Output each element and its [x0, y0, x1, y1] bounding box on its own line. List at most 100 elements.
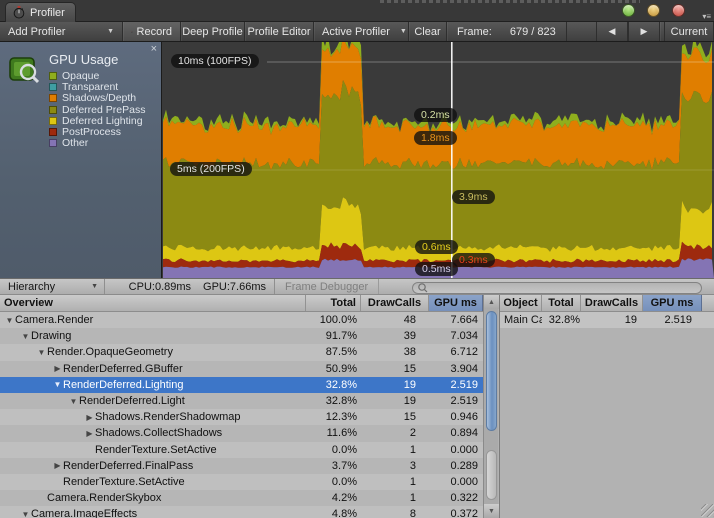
legend-item[interactable]: Shadows/Depth — [49, 93, 145, 104]
frame-value-pill: 0.6ms — [415, 240, 458, 254]
gpu-usage-panel: × GPU Usage OpaqueTransparentShadows/Dep… — [0, 42, 162, 278]
expand-right-icon[interactable]: ▶ — [52, 364, 63, 373]
scrollbar-track-pill — [486, 450, 497, 500]
expand-down-icon[interactable]: ▼ — [4, 316, 15, 325]
expand-right-icon[interactable]: ▶ — [84, 429, 95, 438]
table-row[interactable]: ▶RenderDeferred.GBuffer50.9%153.904 — [0, 361, 483, 377]
close-icon[interactable]: × — [151, 44, 157, 55]
row-gpums: 0.372 — [429, 508, 483, 518]
expand-down-icon[interactable]: ▼ — [36, 348, 47, 357]
legend-color-swatch[interactable] — [49, 94, 57, 102]
expand-down-icon[interactable]: ▼ — [20, 332, 31, 341]
detail-column-header-gpu-ms[interactable]: GPU ms — [643, 295, 702, 311]
column-header-gpu-ms[interactable]: GPU ms — [429, 295, 483, 311]
add-profiler-dropdown[interactable]: Add Profiler ▼ — [0, 22, 123, 41]
object-table-body: Main Ca32.8%192.519 — [500, 312, 714, 328]
next-frame-button[interactable]: ▶ — [628, 22, 660, 41]
row-gpums: 0.289 — [429, 460, 483, 472]
table-row[interactable]: ▶Shadows.CollectShadows11.6%20.894 — [0, 425, 483, 441]
column-header-total[interactable]: Total — [306, 295, 361, 311]
table-row[interactable]: ▼Camera.ImageEffects4.8%80.372 — [0, 506, 483, 518]
row-drawcalls: 15 — [361, 411, 429, 423]
chevron-down-icon: ▼ — [400, 28, 407, 35]
table-row[interactable]: ▶RenderDeferred.FinalPass3.7%30.289 — [0, 458, 483, 474]
legend-item[interactable]: Deferred Lighting — [49, 115, 145, 126]
legend-item[interactable]: Opaque — [49, 70, 145, 81]
scrollbar-thumb[interactable] — [486, 311, 497, 431]
gpu-usage-chart[interactable]: 10ms (100FPS)5ms (200FPS)0.2ms1.8ms3.9ms… — [163, 42, 714, 278]
gpu-usage-icon — [9, 56, 39, 84]
expand-down-icon[interactable]: ▼ — [52, 380, 63, 389]
row-total: 32.8% — [306, 379, 361, 391]
legend-item[interactable]: Other — [49, 138, 145, 149]
hierarchy-table-header: OverviewTotalDrawCallsGPU ms — [0, 295, 483, 312]
traffic-light-green[interactable] — [622, 4, 635, 17]
legend-color-swatch[interactable] — [49, 72, 57, 80]
row-total: 3.7% — [306, 460, 361, 472]
tab-profiler[interactable]: Profiler — [5, 2, 76, 22]
detail-total: 32.8% — [542, 314, 581, 326]
active-profiler-dropdown[interactable]: Active Profiler ▼ — [314, 22, 409, 41]
hierarchy-dropdown[interactable]: Hierarchy ▼ — [0, 279, 105, 294]
vertical-scrollbar[interactable]: ▲ ▼ — [483, 295, 498, 518]
gridline-label: 10ms (100FPS) — [171, 54, 259, 68]
frame-value-pill: 0.3ms — [452, 253, 495, 267]
prev-frame-button[interactable]: ◀ — [596, 22, 628, 41]
profile-editor-button[interactable]: Profile Editor — [245, 22, 314, 41]
legend-color-swatch[interactable] — [49, 83, 57, 91]
frame-label: Frame: — [457, 26, 492, 38]
gpu-usage-title: GPU Usage — [49, 52, 118, 67]
row-gpums: 0.000 — [429, 444, 483, 456]
table-row[interactable]: ▼Render.OpaqueGeometry87.5%386.712 — [0, 344, 483, 360]
expand-down-icon[interactable]: ▼ — [20, 510, 31, 518]
search-input[interactable] — [429, 283, 701, 293]
expand-right-icon[interactable]: ▶ — [84, 413, 95, 422]
legend-color-swatch[interactable] — [49, 128, 57, 136]
legend-color-swatch[interactable] — [49, 106, 57, 114]
table-row[interactable]: ▼Camera.Render100.0%487.664 — [0, 312, 483, 328]
scroll-up-button[interactable]: ▲ — [484, 295, 499, 309]
row-gpums: 0.322 — [429, 492, 483, 504]
row-total: 0.0% — [306, 444, 361, 456]
clear-button[interactable]: Clear — [409, 22, 447, 41]
expand-down-icon[interactable]: ▼ — [68, 397, 79, 406]
legend-item[interactable]: Deferred PrePass — [49, 104, 145, 115]
legend-item[interactable]: Transparent — [49, 81, 145, 92]
frame-value-pill: 3.9ms — [452, 190, 495, 204]
legend-color-swatch[interactable] — [49, 139, 57, 147]
frame-debugger-button[interactable]: Frame Debugger — [275, 279, 379, 294]
column-header-drawcalls[interactable]: DrawCalls — [361, 295, 429, 311]
table-row[interactable]: ▶Shadows.RenderShadowmap12.3%150.946 — [0, 409, 483, 425]
legend-label: Transparent — [62, 81, 118, 93]
current-frame-button[interactable]: Current — [664, 22, 714, 41]
current-label: Current — [671, 26, 708, 38]
deep-profile-button[interactable]: Deep Profile — [181, 22, 245, 41]
row-gpums: 0.946 — [429, 411, 483, 423]
table-row[interactable]: RenderTexture.SetActive0.0%10.000 — [0, 442, 483, 458]
traffic-light-red[interactable] — [672, 4, 685, 17]
detail-column-header-drawcalls[interactable]: DrawCalls — [581, 295, 643, 311]
legend-label: Other — [62, 137, 88, 149]
detail-column-header-total[interactable]: Total — [542, 295, 581, 311]
table-row[interactable]: ▼Drawing91.7%397.034 — [0, 328, 483, 344]
hierarchy-label: Hierarchy — [8, 281, 55, 293]
detail-column-header-object[interactable]: Object — [500, 295, 542, 311]
traffic-light-yellow[interactable] — [647, 4, 660, 17]
table-row[interactable]: ▼RenderDeferred.Lighting32.8%192.519 — [0, 377, 483, 393]
detail-row[interactable]: Main Ca32.8%192.519 — [500, 312, 714, 328]
legend-item[interactable]: PostProcess — [49, 126, 145, 137]
legend-color-swatch[interactable] — [49, 117, 57, 125]
column-header-overview[interactable]: Overview — [0, 295, 306, 311]
expand-right-icon[interactable]: ▶ — [52, 461, 63, 470]
table-row[interactable]: ▼RenderDeferred.Light32.8%192.519 — [0, 393, 483, 409]
scroll-down-button[interactable]: ▼ — [484, 504, 499, 518]
record-button[interactable]: Record — [123, 22, 181, 41]
table-row[interactable]: RenderTexture.SetActive0.0%10.000 — [0, 474, 483, 490]
table-row[interactable]: Camera.RenderSkybox4.2%10.322 — [0, 490, 483, 506]
record-stopwatch-icon — [131, 26, 133, 38]
row-drawcalls: 48 — [361, 314, 429, 326]
panel-menu-icon[interactable]: ▾≡ — [702, 12, 711, 21]
resize-grip[interactable] — [701, 504, 714, 517]
cpu-time: CPU:0.89ms — [129, 281, 191, 293]
search-field[interactable] — [412, 282, 702, 294]
